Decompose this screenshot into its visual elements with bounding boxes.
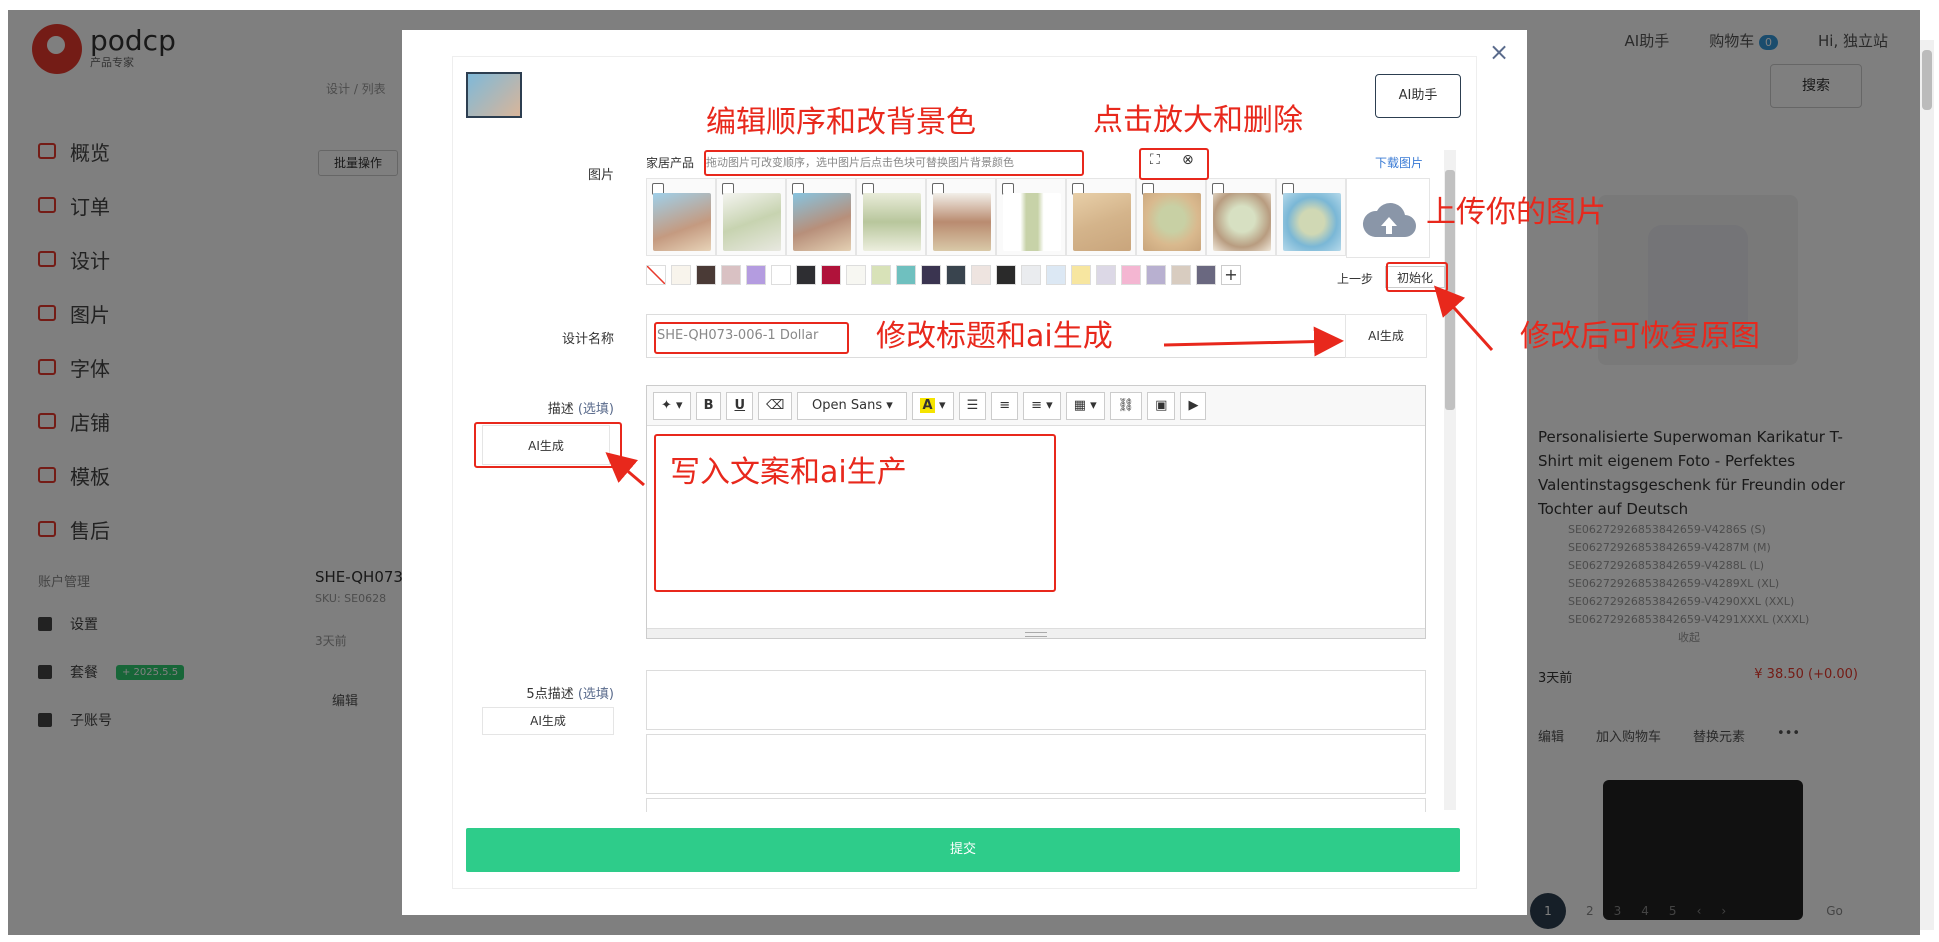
arrow-to-ai-title <box>1163 326 1344 357</box>
app-root: podcp 产品专家 概览 订单 设计 图片 字体 店铺 模板 售后 账户管理 … <box>0 0 1939 942</box>
arrow-to-ai-desc <box>605 452 645 487</box>
arrow-to-reset <box>1433 285 1494 352</box>
annotation-arrows <box>605 285 1494 487</box>
